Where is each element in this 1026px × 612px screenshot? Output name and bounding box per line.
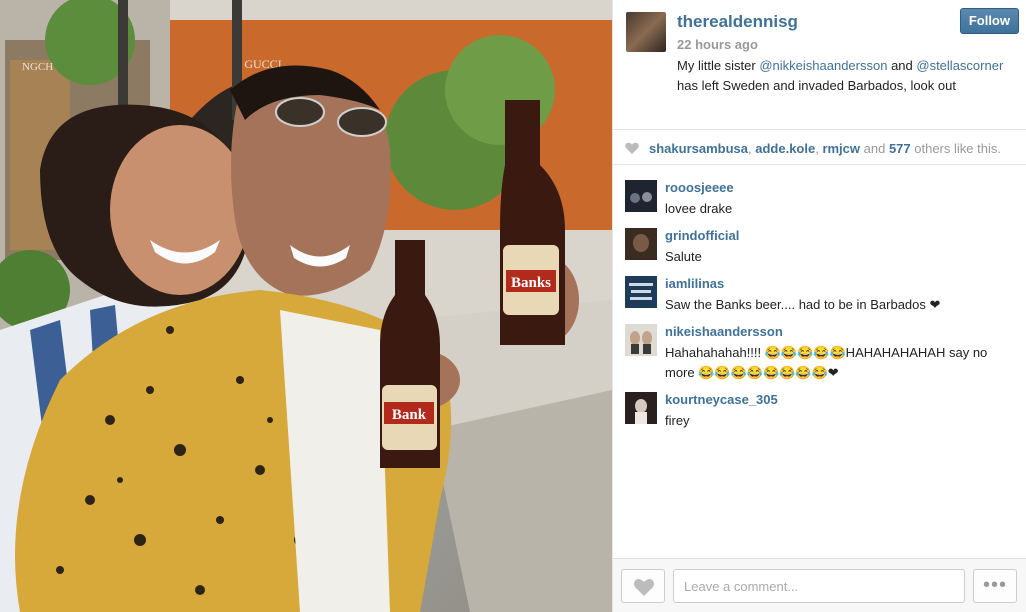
more-options-icon: ••• <box>982 574 1007 596</box>
bottle-label-2: Bank <box>392 407 427 423</box>
photo-illustration: GUCCI NGCH Banks Bank <box>0 0 612 612</box>
commenter-avatar[interactable] <box>625 324 657 356</box>
liker-link[interactable]: rmjcw <box>822 141 860 156</box>
owner-username[interactable]: therealdennisg <box>677 12 798 32</box>
likes-count[interactable]: 577 <box>889 141 911 156</box>
caption-text-end: has left Sweden and invaded Barbados, lo… <box>677 78 956 93</box>
commenter-avatar[interactable] <box>625 228 657 260</box>
comment-text: Hahahahahah!!!! 😂😂😂😂😂HAHAHAHAHAH say no … <box>665 345 988 380</box>
comment-input[interactable] <box>673 569 965 603</box>
commenter-avatar[interactable] <box>625 276 657 308</box>
comment-text: Salute <box>665 249 702 264</box>
commenter-avatar[interactable] <box>625 180 657 212</box>
post-timestamp[interactable]: 22 hours ago <box>677 37 758 52</box>
post-sidebar: therealdennisg 22 hours ago Follow My li… <box>612 0 1026 612</box>
more-options-button[interactable]: ••• <box>973 569 1017 603</box>
like-button[interactable] <box>621 569 665 603</box>
comment-username[interactable]: grindofficial <box>665 228 739 243</box>
caption-text-start: My little sister <box>677 58 760 73</box>
post-photo[interactable]: GUCCI NGCH Banks Bank <box>0 0 612 612</box>
heart-icon <box>633 578 655 596</box>
caption-mention-2[interactable]: @stellascorner <box>916 58 1003 73</box>
post-caption: My little sister @nikkeishaandersson and… <box>677 56 1019 96</box>
liker-link[interactable]: adde.kole <box>755 141 815 156</box>
likes-and-text: and <box>860 141 889 156</box>
likes-summary: shakursambusa, adde.kole, rmjcw and 577 … <box>649 141 1001 156</box>
comment-text: firey <box>665 413 690 428</box>
comment-username[interactable]: rooosjeeee <box>665 180 734 195</box>
comment-footer: ••• <box>613 558 1026 612</box>
likes-bar: shakursambusa, adde.kole, rmjcw and 577 … <box>613 129 1026 165</box>
bottle-label: Banks <box>511 275 551 291</box>
comment-text: lovee drake <box>665 201 733 216</box>
comment-username[interactable]: nikeishaandersson <box>665 324 783 339</box>
comment-username[interactable]: kourtneycase_305 <box>665 392 778 407</box>
owner-avatar[interactable] <box>626 12 666 52</box>
caption-mention-1[interactable]: @nikkeishaandersson <box>759 58 887 73</box>
comment-text: Saw the Banks beer.... had to be in Barb… <box>665 297 941 312</box>
caption-text-mid: and <box>887 58 917 73</box>
comment-username[interactable]: iamlilinas <box>665 276 724 291</box>
commenter-avatar[interactable] <box>625 392 657 424</box>
post-header: therealdennisg 22 hours ago Follow My li… <box>613 0 1026 128</box>
storefront-sign-left: NGCH <box>22 61 53 73</box>
heart-icon <box>625 142 639 154</box>
liker-link[interactable]: shakursambusa <box>649 141 748 156</box>
likes-suffix: others like this. <box>910 141 1001 156</box>
follow-button[interactable]: Follow <box>959 8 1019 34</box>
